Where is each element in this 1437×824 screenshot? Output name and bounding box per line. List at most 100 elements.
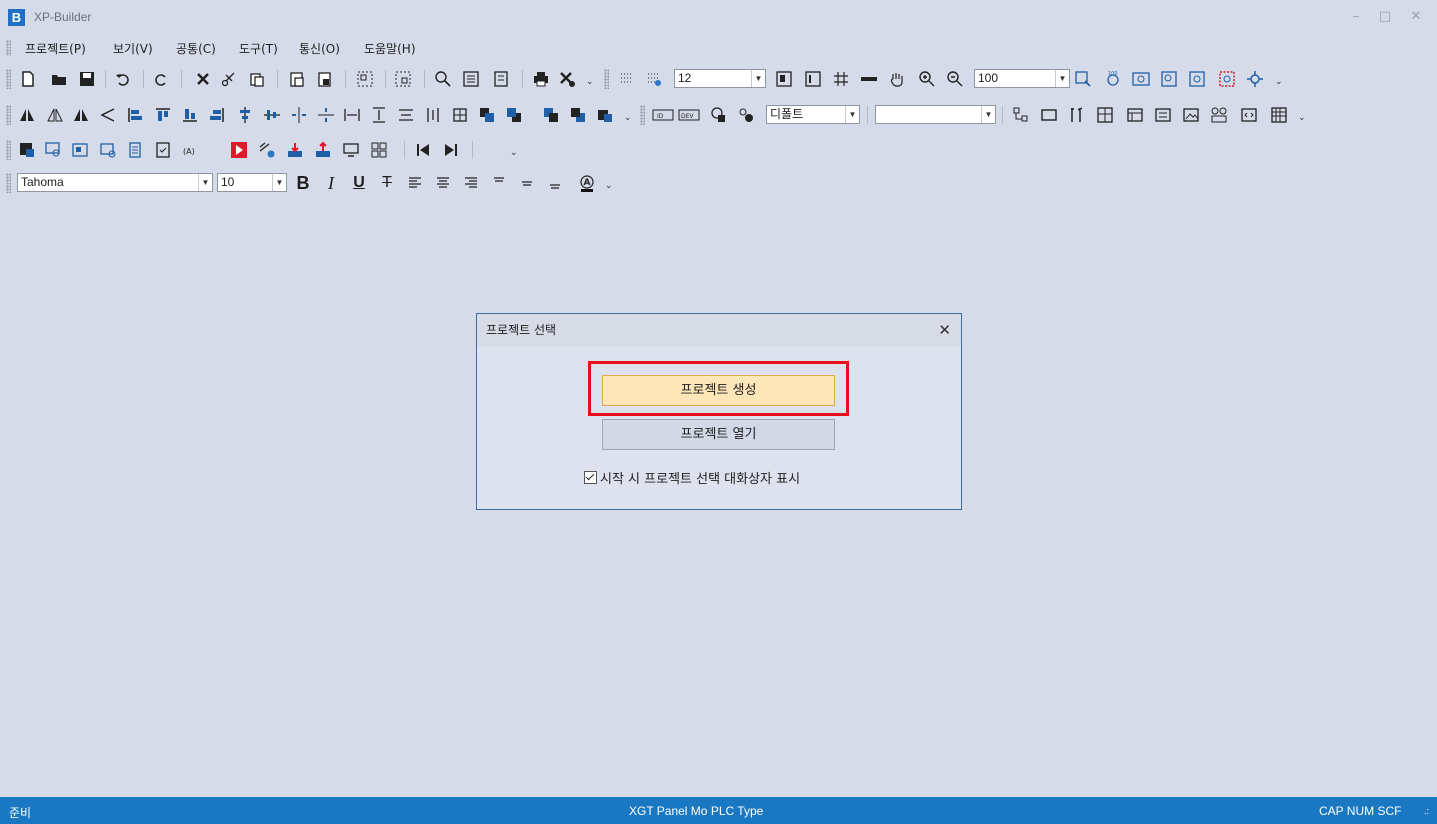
- zoom-out-icon[interactable]: [946, 70, 964, 88]
- grid-size-select[interactable]: 12 ▼: [674, 69, 766, 88]
- monitor-icon[interactable]: [342, 141, 360, 159]
- text-align-right-icon[interactable]: [462, 174, 480, 192]
- keypad-icon[interactable]: [1270, 106, 1288, 124]
- align-grid-icon[interactable]: [775, 70, 793, 88]
- grid-dots-icon[interactable]: [618, 70, 636, 88]
- first-icon[interactable]: [414, 141, 432, 159]
- order-icon[interactable]: [596, 106, 614, 124]
- menubar-grip[interactable]: [6, 40, 11, 56]
- device-icon[interactable]: [1210, 106, 1228, 124]
- id-tag-icon[interactable]: ID: [652, 106, 674, 124]
- paste-icon[interactable]: [288, 70, 306, 88]
- hand-pan-icon[interactable]: [888, 70, 906, 88]
- text-align-center-icon[interactable]: [434, 174, 452, 192]
- message-icon[interactable]: [1154, 106, 1172, 124]
- tag-list-icon[interactable]: [492, 70, 510, 88]
- chevron-down-icon[interactable]: ▼: [198, 174, 212, 191]
- text-valign-bottom-icon[interactable]: [546, 174, 564, 192]
- font-size-select[interactable]: 10 ▼: [217, 173, 287, 192]
- close-button[interactable]: ✕: [1406, 8, 1426, 26]
- delete-icon[interactable]: [194, 70, 212, 88]
- toolbar-overflow-chevron[interactable]: ⌄: [624, 113, 632, 123]
- script-icon[interactable]: [1240, 106, 1258, 124]
- text-align-left-icon[interactable]: [406, 174, 424, 192]
- bring-forward-icon[interactable]: [542, 106, 560, 124]
- menu-help[interactable]: 도움말(H): [364, 40, 416, 57]
- bring-front-icon[interactable]: [478, 106, 496, 124]
- zoom-in-icon[interactable]: [918, 70, 936, 88]
- toolbar-grip[interactable]: [6, 173, 11, 193]
- font-color-icon[interactable]: A: [578, 174, 596, 192]
- dev-tag-icon[interactable]: DEV: [678, 106, 700, 124]
- zoom-fit-icon[interactable]: [1074, 70, 1092, 88]
- align-center-v-icon[interactable]: [236, 106, 254, 124]
- toolbar-grip[interactable]: [604, 69, 609, 89]
- resize-grip-icon[interactable]: .:: [1424, 806, 1429, 816]
- text-valign-top-icon[interactable]: [490, 174, 508, 192]
- screen-icon[interactable]: [1040, 106, 1058, 124]
- new-file-icon[interactable]: [19, 70, 37, 88]
- save-icon[interactable]: [78, 70, 96, 88]
- align-center-h-icon[interactable]: [263, 106, 281, 124]
- variable-icon[interactable]: (A): [182, 141, 200, 159]
- multi-view-icon[interactable]: [370, 141, 388, 159]
- run-simulator-icon[interactable]: [230, 141, 248, 159]
- menu-common[interactable]: 공통(C): [176, 40, 216, 57]
- redo-icon[interactable]: [152, 70, 170, 88]
- maximize-button[interactable]: □: [1375, 8, 1395, 26]
- snap-grid-icon[interactable]: [804, 70, 822, 88]
- object-state-icon[interactable]: [709, 106, 727, 124]
- menu-project[interactable]: 프로젝트(P): [25, 40, 86, 57]
- align-left-icon[interactable]: [126, 106, 144, 124]
- align-right-icon[interactable]: [208, 106, 226, 124]
- send-back-icon[interactable]: [505, 106, 523, 124]
- show-dialog-checkbox-row[interactable]: 시작 시 프로젝트 선택 대화상자 표시: [584, 468, 800, 487]
- toolbar-overflow-chevron[interactable]: ⌄: [605, 181, 613, 191]
- toolbar-grip[interactable]: [640, 105, 645, 125]
- search-screen-icon[interactable]: [44, 141, 62, 159]
- paste-special-icon[interactable]: [316, 70, 334, 88]
- chevron-down-icon[interactable]: ▼: [845, 106, 859, 123]
- underline-button[interactable]: U: [350, 174, 368, 192]
- find-object-icon[interactable]: [434, 70, 452, 88]
- window-list-icon[interactable]: [99, 141, 117, 159]
- dialog-close-button[interactable]: ✕: [938, 321, 951, 339]
- space-vertical-icon[interactable]: [370, 106, 388, 124]
- space-horizontal-icon[interactable]: [343, 106, 361, 124]
- zoom-area-red-icon[interactable]: [1218, 70, 1236, 88]
- tools-icon[interactable]: [1068, 106, 1086, 124]
- document-icon[interactable]: [126, 141, 144, 159]
- zoom-select[interactable]: 100 ▼: [974, 69, 1070, 88]
- menu-tools[interactable]: 도구(T): [239, 40, 278, 57]
- create-project-button[interactable]: 프로젝트 생성: [602, 375, 835, 406]
- open-folder-icon[interactable]: [50, 70, 68, 88]
- download-icon[interactable]: [286, 141, 304, 159]
- grid-settings-icon[interactable]: [645, 70, 663, 88]
- open-project-button[interactable]: 프로젝트 열기: [602, 419, 835, 450]
- target-icon[interactable]: [1246, 70, 1264, 88]
- menu-comm[interactable]: 통신(O): [299, 40, 340, 57]
- rotate-left-icon[interactable]: [99, 106, 117, 124]
- font-name-select[interactable]: Tahoma ▼: [17, 173, 213, 192]
- mirror-icon[interactable]: [72, 106, 90, 124]
- center-horizontal-icon[interactable]: [290, 106, 308, 124]
- image-list-icon[interactable]: [1182, 106, 1200, 124]
- italic-button[interactable]: I: [322, 174, 340, 192]
- toolbar-grip[interactable]: [6, 69, 11, 89]
- object-toggle-icon[interactable]: [737, 106, 755, 124]
- chevron-down-icon[interactable]: ▼: [1055, 70, 1069, 87]
- tree-icon[interactable]: [1012, 106, 1030, 124]
- minimize-button[interactable]: –: [1346, 8, 1366, 26]
- upload-icon[interactable]: [314, 141, 332, 159]
- zoom-box-icon[interactable]: [1188, 70, 1206, 88]
- copy-icon[interactable]: [248, 70, 266, 88]
- strikethrough-button[interactable]: T: [378, 174, 396, 192]
- zoom-select-icon[interactable]: [1160, 70, 1178, 88]
- ungroup-icon[interactable]: [394, 70, 412, 88]
- ruler-icon[interactable]: [860, 70, 878, 88]
- text-valign-middle-icon[interactable]: [518, 174, 536, 192]
- toolbar-overflow-chevron[interactable]: ⌄: [586, 77, 594, 87]
- same-size-icon[interactable]: [451, 106, 469, 124]
- last-icon[interactable]: [442, 141, 460, 159]
- toolbar-grip[interactable]: [6, 140, 11, 160]
